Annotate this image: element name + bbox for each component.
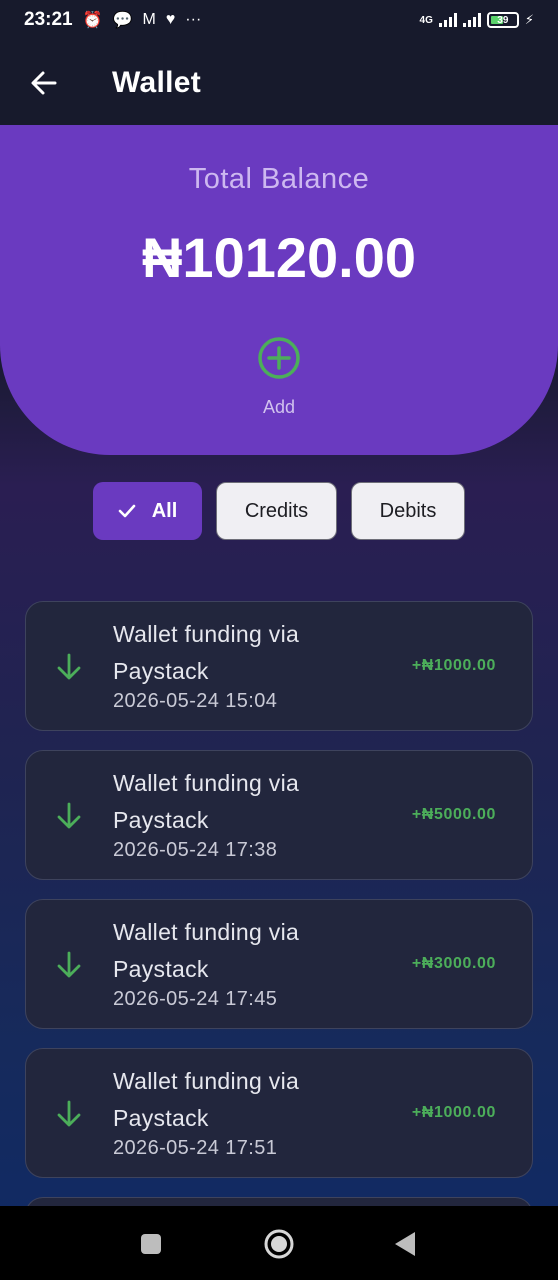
app-header: Wallet: [0, 40, 558, 125]
transaction-description-line1: Wallet funding via: [113, 621, 300, 647]
transaction-amount: +₦1000.00: [411, 657, 496, 674]
alarm-icon: ⏰: [82, 12, 103, 29]
transaction-item[interactable]: Wallet funding via Paystack 2026-05-24 1…: [25, 750, 533, 880]
gmail-icon: M: [142, 11, 156, 28]
chat-icon: 💬: [112, 12, 133, 29]
charging-icon: ⚡: [524, 12, 534, 27]
filter-debits-chip[interactable]: Debits: [351, 482, 465, 540]
transaction-description: Wallet funding via Paystack: [113, 914, 373, 988]
status-left: 23:21 ⏰ 💬 M ♥ ···: [24, 9, 201, 31]
filter-chips: All Credits Debits: [93, 482, 465, 540]
arrow-down-icon: [57, 951, 81, 978]
recent-apps-button[interactable]: [131, 1224, 171, 1264]
triangle-back-icon: [395, 1232, 415, 1256]
notification-icon: ♥: [165, 11, 176, 28]
system-nav-bar: [0, 1206, 558, 1280]
battery-level: 39: [497, 14, 509, 26]
check-icon: [118, 504, 136, 518]
transaction-description: Wallet funding via Paystack: [113, 616, 373, 690]
filter-debits-label: Debits: [379, 499, 437, 522]
transaction-amount: +₦5000.00: [411, 806, 496, 823]
transaction-amount: +₦1000.00: [411, 1104, 496, 1121]
signal-icon: [438, 13, 457, 27]
plus-circle-icon: [258, 337, 300, 379]
transaction-item[interactable]: Wallet funding via Paystack 2026-05-24 1…: [25, 1048, 533, 1178]
status-bar: 23:21 ⏰ 💬 M ♥ ··· 4G 39 ⚡: [0, 0, 558, 40]
arrow-down-icon: [57, 802, 81, 829]
signal-2-icon: [462, 13, 481, 27]
transaction-description: Wallet funding via Paystack: [113, 1063, 373, 1137]
status-right: 4G 39 ⚡: [420, 12, 534, 28]
square-icon: [141, 1234, 161, 1254]
arrow-down-icon: [57, 653, 81, 680]
transaction-date: 2026-05-24 17:38: [113, 839, 278, 861]
transaction-date: 2026-05-24 17:45: [113, 988, 278, 1010]
filter-all-label: All: [151, 499, 178, 522]
arrow-left-icon: [31, 71, 57, 94]
filter-credits-label: Credits: [244, 499, 309, 522]
transaction-description: Wallet funding via Paystack: [113, 765, 373, 839]
balance-amount: ₦10120.00: [141, 226, 416, 289]
transaction-description-line2: Paystack: [113, 807, 209, 833]
transaction-description-line2: Paystack: [113, 956, 209, 982]
back-button[interactable]: [22, 61, 66, 105]
balance-label: Total Balance: [188, 163, 370, 195]
back-nav-button[interactable]: [385, 1224, 425, 1264]
home-button[interactable]: [259, 1224, 299, 1264]
arrow-down-icon: [57, 1100, 81, 1127]
add-funds-label: Add: [262, 397, 296, 417]
filter-credits-chip[interactable]: Credits: [216, 482, 337, 540]
transaction-description-line1: Wallet funding via: [113, 1068, 300, 1094]
home-circle-icon: [264, 1229, 294, 1259]
transaction-description-line2: Paystack: [113, 1105, 209, 1131]
battery-icon: 39: [486, 12, 519, 28]
transaction-amount: +₦3000.00: [411, 955, 496, 972]
transaction-description-line1: Wallet funding via: [113, 770, 300, 796]
transaction-item[interactable]: Wallet funding via Paystack 2026-05-24 1…: [25, 601, 533, 731]
network-type: 4G: [419, 14, 433, 26]
transaction-date: 2026-05-24 15:04: [113, 690, 278, 712]
status-time: 23:21: [24, 9, 73, 30]
filter-all-chip[interactable]: All: [93, 482, 202, 540]
balance-card: Total Balance ₦10120.00 Add: [0, 125, 558, 455]
transaction-date: 2026-05-24 17:51: [113, 1137, 278, 1159]
add-funds-button[interactable]: [254, 333, 304, 383]
more-notifications-icon: ···: [185, 11, 202, 28]
transaction-description-line2: Paystack: [113, 658, 209, 684]
page-title: Wallet: [112, 65, 202, 99]
transaction-item[interactable]: Wallet funding via Paystack 2026-05-24 1…: [25, 899, 533, 1029]
transaction-description-line1: Wallet funding via: [113, 919, 300, 945]
